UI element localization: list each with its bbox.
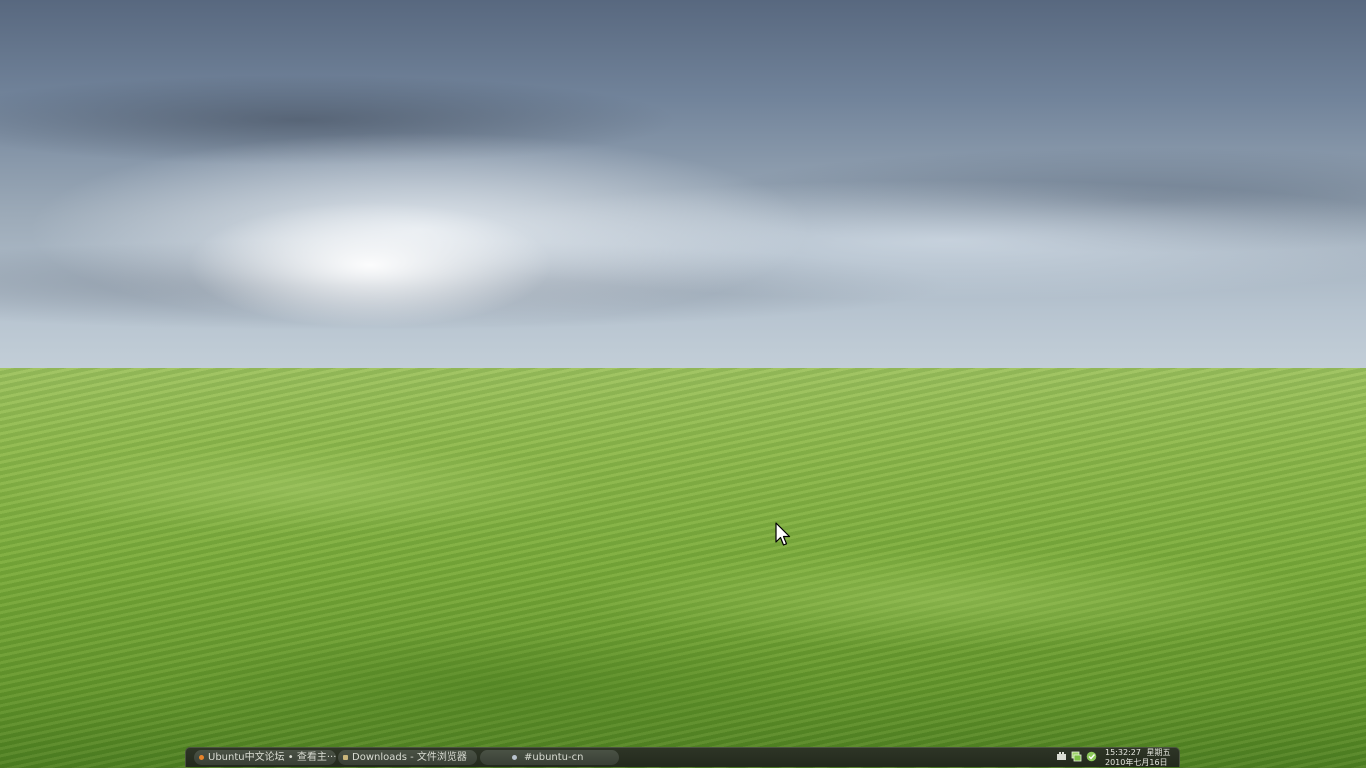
firefox-icon [199, 755, 204, 760]
wallpaper-field [0, 368, 1366, 768]
desktop[interactable]: Ubuntu中文论坛 • 查看主··· Downloads - 文件浏览器 #u… [0, 0, 1366, 768]
clock-time-row: 15:32:27 星期五 [1105, 748, 1177, 758]
bottom-panel: Ubuntu中文论坛 • 查看主··· Downloads - 文件浏览器 #u… [185, 747, 1180, 767]
clock-time: 15:32:27 [1105, 748, 1141, 757]
clock[interactable]: 15:32:27 星期五 2010年七月16日 [1105, 748, 1177, 768]
clock-weekday: 星期五 [1146, 748, 1171, 757]
taskbar-item-label: #ubuntu-cn [524, 752, 584, 763]
clock-date: 2010年七月16日 [1105, 758, 1168, 767]
input-method-icon[interactable] [1056, 751, 1067, 762]
network-icon[interactable] [1071, 751, 1082, 762]
folder-icon [343, 755, 348, 760]
taskbar-item-browser[interactable]: Ubuntu中文论坛 • 查看主··· [194, 750, 336, 765]
mouse-pointer-icon [775, 522, 791, 546]
taskbar-item-file-browser[interactable]: Downloads - 文件浏览器 [338, 750, 477, 765]
wallpaper-sky [0, 0, 1366, 390]
taskbar-item-label: Downloads - 文件浏览器 [352, 752, 467, 763]
taskbar-item-label: Ubuntu中文论坛 • 查看主··· [208, 752, 336, 763]
update-icon[interactable] [1086, 751, 1097, 762]
taskbar-item-irc[interactable]: #ubuntu-cn [480, 750, 619, 765]
irc-chat-icon [512, 755, 517, 760]
